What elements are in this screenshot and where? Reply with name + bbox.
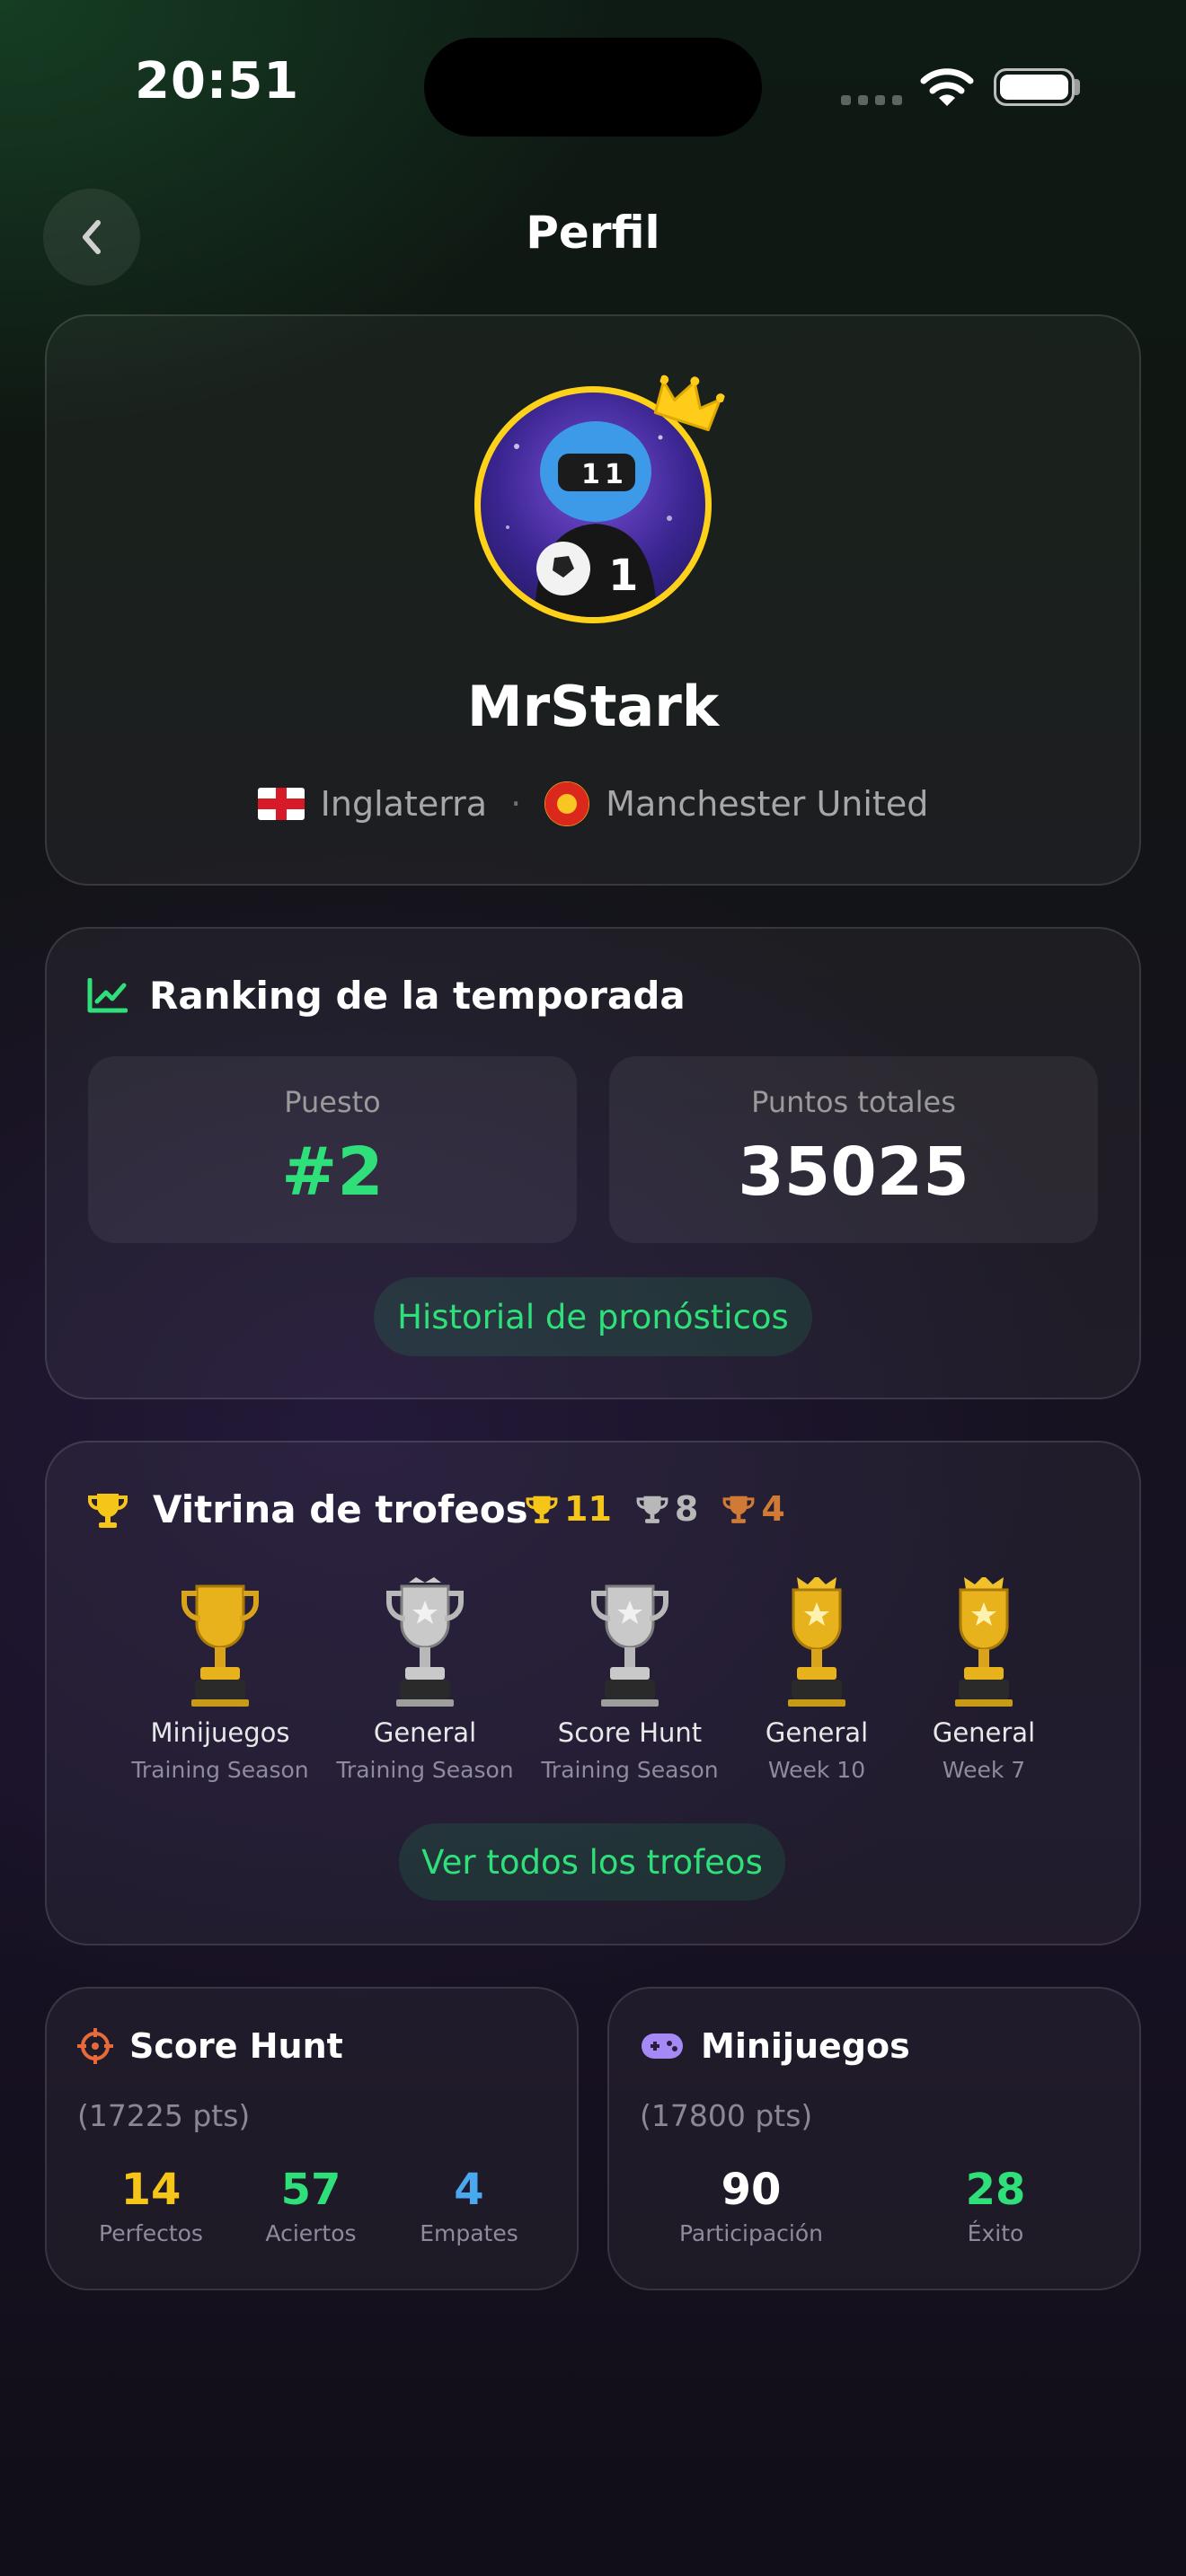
trophy-item[interactable]: General Training Season <box>322 1577 528 1783</box>
position-value: #2 <box>281 1134 384 1211</box>
club-crest-icon <box>544 781 590 826</box>
separator: · <box>510 784 522 824</box>
draws-label: Empates <box>420 2220 518 2246</box>
bronze-trophy-count: 4 <box>721 1489 785 1529</box>
trophy-title: Vitrina de trofeos <box>153 1487 528 1531</box>
trophy-name: Score Hunt <box>557 1717 703 1748</box>
silver-trophy-icon <box>591 1584 668 1707</box>
svg-text:1: 1 <box>581 459 600 490</box>
gold-crown-trophy-icon <box>955 1577 1013 1707</box>
england-flag-icon <box>257 788 305 820</box>
trophy-season: Training Season <box>131 1757 309 1783</box>
trophy-name: General <box>373 1717 477 1748</box>
correct-label: Aciertos <box>265 2220 357 2246</box>
gold-crown-trophy-icon <box>788 1577 845 1707</box>
gamepad-icon <box>642 2033 683 2059</box>
participation-value: 90 <box>721 2165 782 2215</box>
silver-trophy-count: 8 <box>635 1489 698 1529</box>
status-time: 20:51 <box>135 52 300 110</box>
minigames-title: Minijuegos <box>701 2026 910 2066</box>
prediction-history-button[interactable]: Historial de pronósticos <box>374 1277 812 1356</box>
club-name: Manchester United <box>606 784 929 824</box>
trophy-header: Vitrina de trofeos <box>86 1487 528 1531</box>
position-label: Puesto <box>284 1085 381 1119</box>
avatar-jersey-number: 1 <box>608 551 638 601</box>
trending-up-icon <box>87 977 128 1012</box>
perfect-value: 14 <box>120 2165 181 2215</box>
gold-trophy-icon <box>526 1495 558 1523</box>
position-box: Puesto #2 <box>88 1056 577 1243</box>
correct-value: 57 <box>280 2165 341 2215</box>
dynamic-island <box>424 38 762 137</box>
username: MrStark <box>466 674 720 739</box>
ranking-title: Ranking de la temporada <box>149 974 686 1018</box>
silver-trophy-icon <box>386 1577 464 1707</box>
bronze-trophy-icon <box>722 1495 755 1523</box>
trophy-item[interactable]: Minijuegos Training Season <box>117 1577 323 1783</box>
battery-tip <box>1075 79 1080 95</box>
trophy-season: Training Season <box>541 1757 719 1783</box>
silver-count-value: 8 <box>674 1489 699 1529</box>
minigames-points: (17800 pts) <box>640 2098 813 2133</box>
draws-stat: 4 Empates <box>379 2165 559 2246</box>
trophy-icon <box>88 1493 128 1528</box>
success-value: 28 <box>965 2165 1026 2215</box>
success-label: Éxito <box>967 2220 1024 2246</box>
minigames-header: Minijuegos <box>640 2026 910 2066</box>
score-hunt-points: (17225 pts) <box>77 2098 251 2133</box>
crosshair-icon <box>77 2028 113 2064</box>
gold-trophy-count: 11 <box>525 1489 612 1529</box>
trophy-item[interactable]: Score Hunt Training Season <box>527 1577 733 1783</box>
svg-text:1: 1 <box>605 459 624 490</box>
trophy-season: Week 7 <box>942 1757 1026 1783</box>
participation-stat: 90 Participación <box>661 2165 841 2246</box>
battery-icon <box>994 68 1075 106</box>
page-title: Perfil <box>526 207 660 259</box>
bronze-count-value: 4 <box>761 1489 785 1529</box>
trophy-name: Minijuegos <box>150 1717 290 1748</box>
perfect-label: Perfectos <box>99 2220 203 2246</box>
score-hunt-header: Score Hunt <box>77 2026 343 2066</box>
trophy-season: Training Season <box>336 1757 514 1783</box>
perfect-stat: 14 Perfectos <box>61 2165 241 2246</box>
participation-label: Participación <box>678 2220 823 2246</box>
gold-trophy-icon <box>181 1584 259 1707</box>
total-points-box: Puntos totales 35025 <box>609 1056 1098 1243</box>
success-stat: 28 Éxito <box>906 2165 1085 2246</box>
trophy-counts: 11 8 4 <box>525 1489 785 1529</box>
trophy-name: General <box>932 1717 1036 1748</box>
correct-stat: 57 Aciertos <box>221 2165 401 2246</box>
country-name: Inglaterra <box>320 784 488 824</box>
ranking-header: Ranking de la temporada <box>86 974 686 1018</box>
profile-meta: Inglaterra · Manchester United <box>0 781 1186 826</box>
wifi-icon <box>920 68 974 106</box>
total-points-value: 35025 <box>738 1134 969 1211</box>
total-points-label: Puntos totales <box>751 1085 956 1119</box>
gold-count-value: 11 <box>564 1489 612 1529</box>
view-all-trophies-button[interactable]: Ver todos los trofeos <box>399 1823 785 1901</box>
score-hunt-title: Score Hunt <box>129 2026 343 2066</box>
silver-trophy-icon <box>636 1495 668 1523</box>
cellular-signal-icon <box>841 95 902 105</box>
draws-value: 4 <box>454 2165 484 2215</box>
trophy-item[interactable]: General Week 7 <box>881 1577 1087 1783</box>
